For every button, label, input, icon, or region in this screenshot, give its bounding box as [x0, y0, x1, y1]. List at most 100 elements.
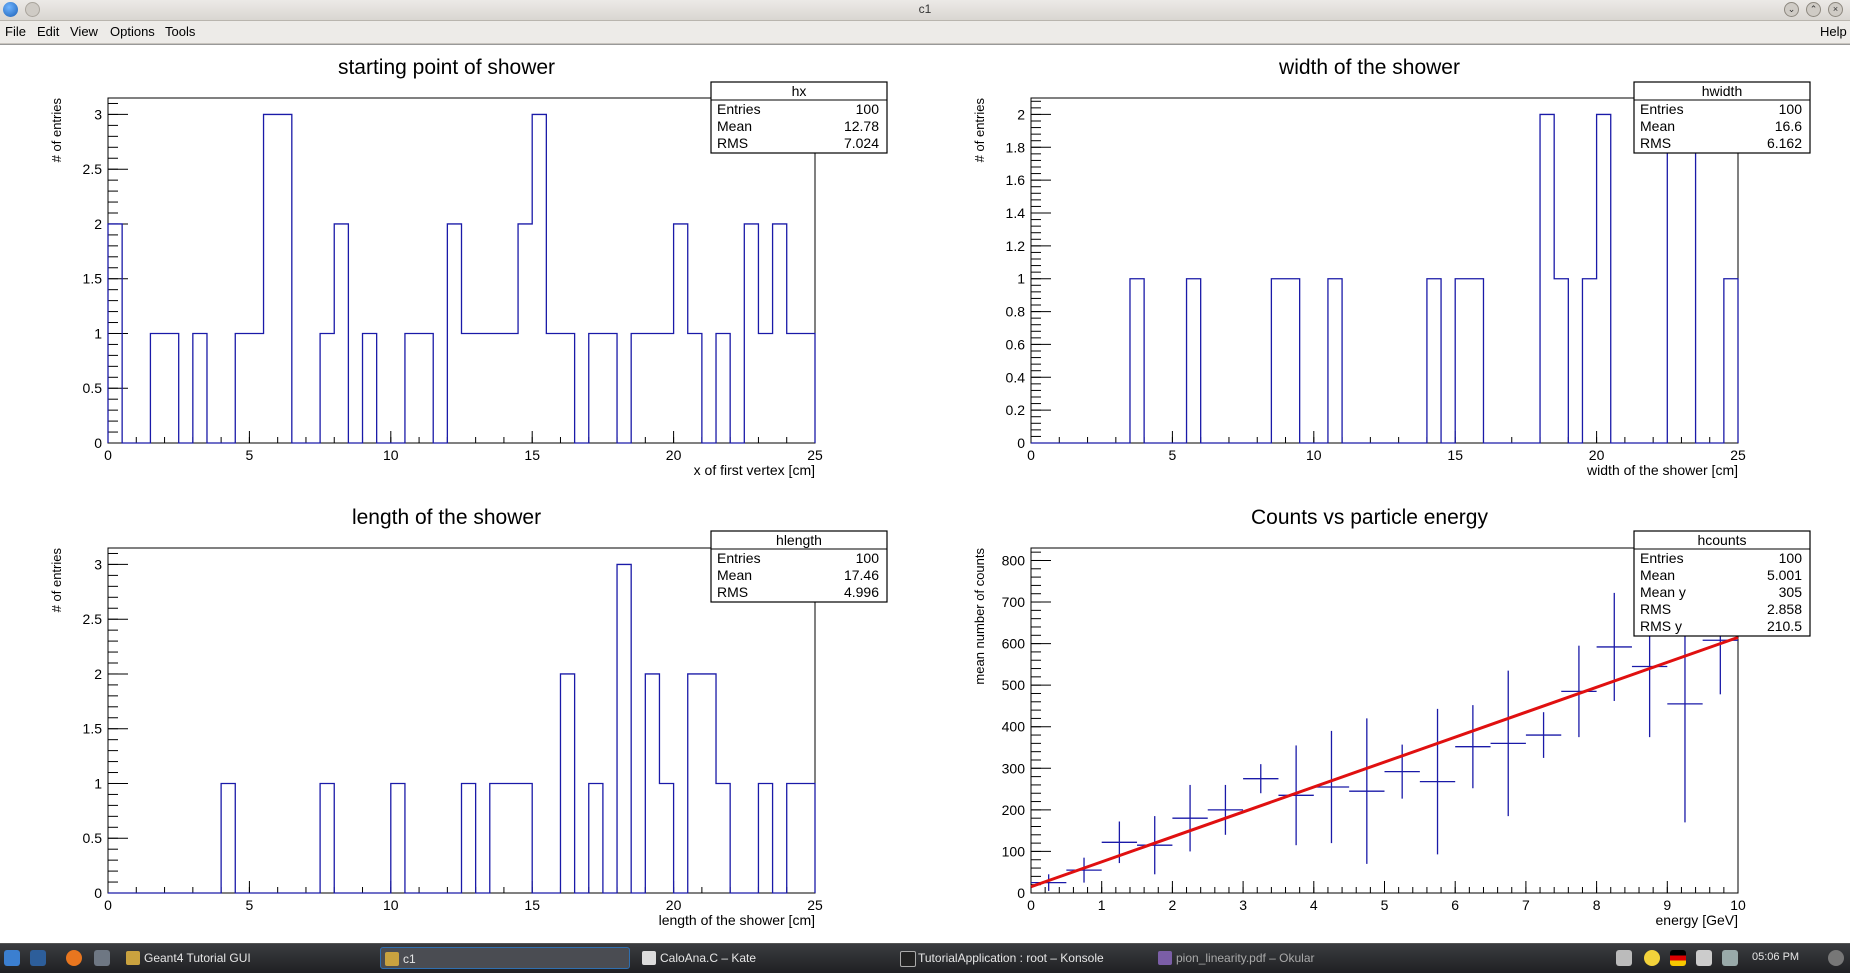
x-tick-label: 4 — [1310, 897, 1318, 913]
plot-title: Counts vs particle energy — [1251, 506, 1488, 529]
y-tick-label: 0 — [94, 885, 102, 901]
firefox-icon[interactable] — [66, 950, 82, 966]
y-tick-label: 1 — [94, 325, 102, 341]
y-tick-label: 200 — [1002, 802, 1026, 818]
power-icon[interactable] — [1828, 950, 1844, 966]
histogram-outline — [108, 563, 816, 894]
menu-tools[interactable]: Tools — [165, 24, 195, 39]
stats-label: Entries — [1640, 101, 1684, 117]
kde-menu-icon[interactable] — [4, 950, 20, 966]
filemanager-icon[interactable] — [94, 950, 110, 966]
y-tick-label: 1 — [1017, 271, 1025, 287]
konsole-icon — [900, 951, 916, 967]
y-tick-label: 0 — [1017, 885, 1025, 901]
x-tick-label: 0 — [104, 897, 112, 913]
y-tick-label: 700 — [1002, 594, 1026, 610]
stats-box-hlength: hlength Entries 100 Mean 17.46 RMS 4.996 — [710, 530, 888, 603]
y-tick-label: 2.5 — [83, 161, 103, 177]
stats-box-name: hwidth — [1702, 83, 1742, 99]
scissors-icon[interactable] — [1616, 950, 1632, 966]
apps-icon[interactable] — [30, 950, 46, 966]
y-tick-label: 800 — [1002, 552, 1026, 568]
minimize-icon[interactable]: ⌄ — [1784, 2, 1799, 17]
stats-value: 2.858 — [1767, 601, 1802, 617]
x-tick-label: 15 — [1447, 447, 1463, 463]
menu-options[interactable]: Options — [110, 24, 155, 39]
data-point — [1066, 857, 1102, 883]
stats-label: Mean — [1640, 567, 1675, 583]
task-konsole[interactable]: TutorialApplication : root – Konsole — [896, 947, 1146, 969]
task-kate[interactable]: CaloAna.C – Kate — [638, 947, 888, 969]
geant4-icon — [126, 951, 140, 965]
stats-label: RMS — [1640, 601, 1671, 617]
plot-title: starting point of shower — [338, 56, 555, 79]
x-tick-label: 20 — [666, 447, 682, 463]
x-tick-label: 10 — [383, 447, 399, 463]
y-tick-label: 600 — [1002, 636, 1026, 652]
x-tick-label: 25 — [1730, 447, 1746, 463]
stats-box-hwidth: hwidth Entries 100 Mean 16.6 RMS 6.162 — [1633, 81, 1811, 154]
task-okular[interactable]: pion_linearity.pdf – Okular — [1154, 947, 1404, 969]
x-tick-label: 10 — [383, 897, 399, 913]
x-axis-label: x of first vertex [cm] — [694, 462, 815, 478]
maximize-icon[interactable]: ⌃ — [1806, 2, 1821, 17]
menu-view[interactable]: View — [70, 24, 98, 39]
x-tick-label: 25 — [807, 447, 823, 463]
y-axis-label: mean number of counts — [972, 548, 987, 685]
y-tick-label: 0.4 — [1006, 369, 1026, 385]
stats-label: Mean — [717, 567, 752, 583]
plot-title: width of the shower — [1278, 56, 1460, 79]
menu-edit[interactable]: Edit — [37, 24, 59, 39]
data-point — [1243, 764, 1279, 794]
x-tick-label: 15 — [524, 447, 540, 463]
stats-label: Mean — [1640, 118, 1675, 134]
stats-label: RMS y — [1640, 618, 1682, 634]
x-tick-label: 6 — [1451, 897, 1459, 913]
data-point — [1313, 730, 1350, 844]
clock: 05:06 PM — [1752, 951, 1800, 963]
x-tick-label: 3 — [1239, 897, 1247, 913]
x-tick-label: 15 — [524, 897, 540, 913]
network-icon[interactable] — [1722, 950, 1738, 966]
x-axis-label: length of the shower [cm] — [659, 912, 815, 928]
stats-box-name: hx — [792, 83, 807, 99]
data-point — [1455, 705, 1491, 789]
y-axis-label: # of entries — [972, 98, 987, 163]
stats-value: 100 — [1779, 550, 1803, 566]
stats-label: Mean — [717, 118, 752, 134]
canvas-svg: starting point of shower0 5 10 15 20 2500.511… — [49, 56, 1811, 928]
x-tick-label: 5 — [246, 897, 254, 913]
stats-value: 210.5 — [1767, 618, 1802, 634]
y-tick-label: 1 — [94, 775, 102, 791]
y-tick-label: 2.5 — [83, 611, 103, 627]
y-axis-label: # of entries — [49, 548, 64, 613]
x-tick-label: 1 — [1098, 897, 1106, 913]
stats-value: 12.78 — [844, 118, 879, 134]
y-tick-label: 400 — [1002, 719, 1026, 735]
kate-icon — [642, 951, 656, 965]
x-tick-label: 20 — [1589, 447, 1605, 463]
menu-file[interactable]: File — [5, 24, 26, 39]
close-icon[interactable]: × — [1828, 2, 1843, 17]
x-tick-label: 5 — [1169, 447, 1177, 463]
stats-label: RMS — [717, 135, 748, 151]
x-tick-label: 0 — [1027, 897, 1035, 913]
menu-help[interactable]: Help — [1820, 24, 1847, 39]
volume-icon[interactable] — [1696, 950, 1712, 966]
data-point — [1490, 670, 1526, 817]
y-tick-label: 0.5 — [83, 830, 103, 846]
data-point — [1525, 712, 1562, 758]
keyboard-layout-icon[interactable] — [1670, 950, 1686, 966]
stats-box-hcounts: hcounts Entries 100 Mean 5.001 Mean y 305 RMS 2.… — [1633, 530, 1811, 637]
y-tick-label: 1.2 — [1006, 238, 1026, 254]
y-tick-label: 2 — [94, 216, 102, 232]
task-geant4[interactable]: Geant4 Tutorial GUI — [122, 947, 372, 969]
y-tick-label: 1.6 — [1006, 172, 1026, 188]
task-c1[interactable]: c1 — [380, 947, 630, 969]
bulb-icon[interactable] — [1644, 950, 1660, 966]
y-tick-label: 1.4 — [1006, 205, 1026, 221]
y-tick-label: 0.2 — [1006, 402, 1026, 418]
window-titlebar: c1 ⌄ ⌃ × — [0, 0, 1850, 21]
y-tick-label: 100 — [1002, 843, 1026, 859]
root-canvas[interactable]: starting point of shower 0 5 10 15 20 25 0 0.5 1 1… — [0, 44, 1850, 945]
